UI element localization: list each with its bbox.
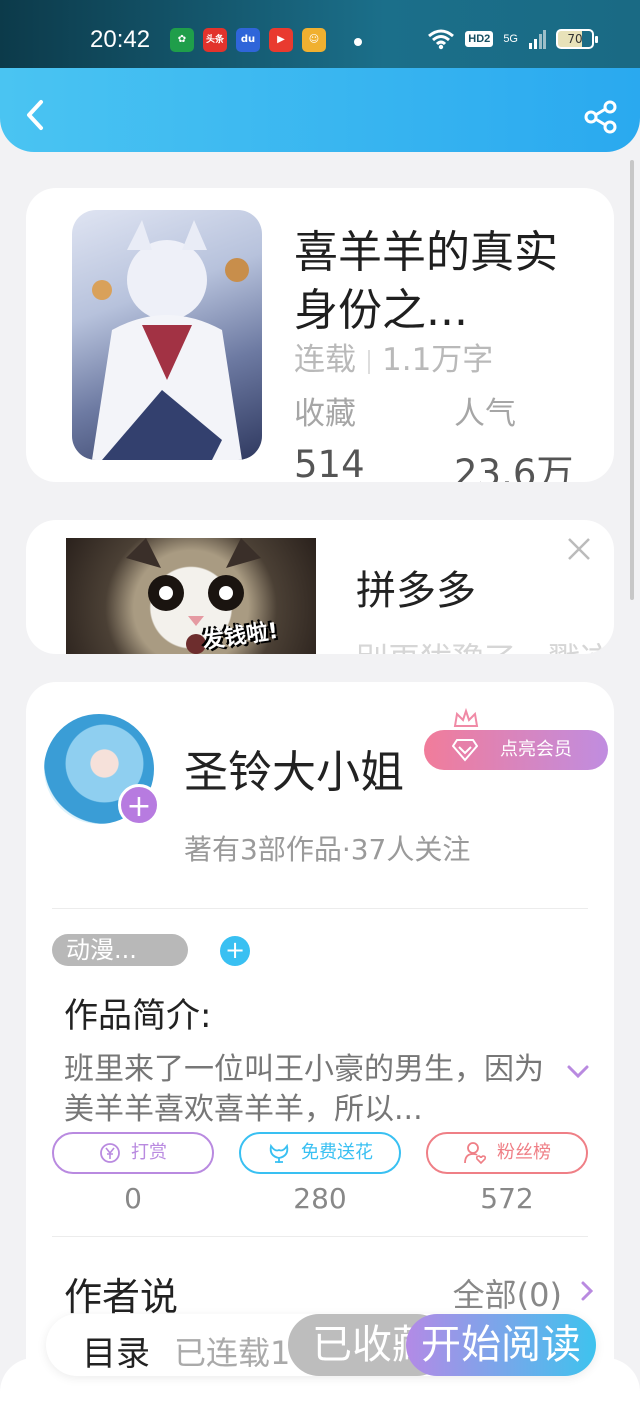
add-tag-button[interactable]: + xyxy=(220,936,250,966)
author-say-title: 作者说 xyxy=(64,1275,179,1319)
more-notifications-dot xyxy=(354,38,362,46)
chevron-right-icon[interactable] xyxy=(580,1280,594,1302)
scrollbar[interactable] xyxy=(630,160,634,600)
book-info-card: 喜羊羊的真实身份之... 连载 1.1万字 收藏 人气 514 23.6万 xyxy=(26,188,614,482)
ad-card[interactable]: 发钱啦! 拼多多 别再犹豫了，戳这里 xyxy=(26,520,614,654)
divider xyxy=(52,908,588,909)
signal-icon xyxy=(529,30,546,49)
author-stats: 著有3部作品·37人关注 xyxy=(184,833,471,866)
start-reading-button[interactable]: 开始阅读 xyxy=(406,1314,596,1376)
cover-illustration xyxy=(92,220,249,460)
baidu-icon: du xyxy=(236,28,260,52)
book-meta: 连载 1.1万字 xyxy=(294,334,493,379)
top-header xyxy=(0,68,640,152)
divider xyxy=(52,1236,588,1237)
video-icon: ▶ xyxy=(269,28,293,52)
ad-image[interactable]: 发钱啦! xyxy=(66,538,316,654)
ad-subtitle: 别再犹豫了，戳这里 xyxy=(356,634,614,654)
collect-count: 514 xyxy=(294,443,365,482)
book-title: 喜羊羊的真实身份之... xyxy=(294,227,558,336)
send-flower-button[interactable]: 免费送花 xyxy=(239,1132,401,1174)
diamond-icon xyxy=(452,739,478,762)
fan-ranking-label: 粉丝榜 xyxy=(497,1142,551,1163)
chevron-left-icon xyxy=(27,100,43,130)
author-say-all-link[interactable]: 全部(0) xyxy=(453,1270,562,1316)
toutiao-icon: 头条 xyxy=(203,28,227,52)
tip-label: 打赏 xyxy=(131,1142,167,1163)
system-indicators: HD2 5G 70 xyxy=(427,28,598,50)
book-cover-image[interactable] xyxy=(72,210,262,460)
intro-title: 作品简介: xyxy=(64,996,212,1036)
popularity-count: 23.6万 xyxy=(454,452,574,482)
flower-icon xyxy=(269,1143,289,1163)
share-icon xyxy=(584,100,617,134)
notification-icons: ✿ 头条 du ▶ ☺ xyxy=(170,28,326,52)
author-card: + 圣铃大小姐 点亮会员 著有3部作品·37人关注 动漫... + 作品简介: … xyxy=(26,682,614,1402)
vip-label: 点亮会员 xyxy=(500,739,572,760)
toc-status: 已连载10章 xyxy=(174,1334,294,1372)
follow-author-button[interactable]: + xyxy=(118,784,160,826)
genre-tag[interactable]: 动漫... xyxy=(52,934,188,966)
share-button[interactable] xyxy=(584,100,618,134)
book-status: 连载 xyxy=(294,342,356,378)
author-name[interactable]: 圣铃大小姐 xyxy=(184,736,404,800)
book-word-count: 1.1万字 xyxy=(382,342,494,378)
collect-label: 收藏 xyxy=(294,396,356,432)
tip-button[interactable]: 打赏 xyxy=(52,1132,214,1174)
network-type: 5G xyxy=(503,33,518,45)
monkey-icon: ☺ xyxy=(302,28,326,52)
tip-count: 0 xyxy=(124,1182,142,1215)
wifi-icon xyxy=(428,29,455,50)
ad-close-button[interactable] xyxy=(566,536,592,562)
wechat-icon: ✿ xyxy=(170,28,194,52)
meta-separator xyxy=(368,349,370,374)
status-bar: 20:42 ✿ 头条 du ▶ ☺ HD2 5G 70 xyxy=(0,0,640,70)
chevron-down-icon[interactable] xyxy=(566,1062,590,1080)
send-flower-label: 免费送花 xyxy=(301,1142,373,1163)
toc-button[interactable]: 目录 xyxy=(82,1326,150,1375)
popularity-label: 人气 xyxy=(454,396,516,432)
vip-button[interactable]: 点亮会员 xyxy=(424,730,608,770)
ad-title: 拼多多 xyxy=(356,568,476,614)
yen-icon xyxy=(100,1143,120,1163)
crown-icon xyxy=(453,708,479,727)
flower-count: 280 xyxy=(293,1182,347,1215)
status-time: 20:42 xyxy=(90,26,151,53)
intro-text: 班里来了一位叫王小豪的男生，因为美羊羊喜欢喜羊羊，所以... xyxy=(64,1052,544,1127)
battery-indicator: 70 xyxy=(556,29,598,49)
back-button[interactable] xyxy=(20,98,50,132)
fan-count: 572 xyxy=(480,1182,534,1215)
close-icon xyxy=(568,538,590,560)
user-heart-icon xyxy=(464,1142,487,1165)
hd-icon: HD2 xyxy=(465,31,494,47)
fan-ranking-button[interactable]: 粉丝榜 xyxy=(426,1132,588,1174)
